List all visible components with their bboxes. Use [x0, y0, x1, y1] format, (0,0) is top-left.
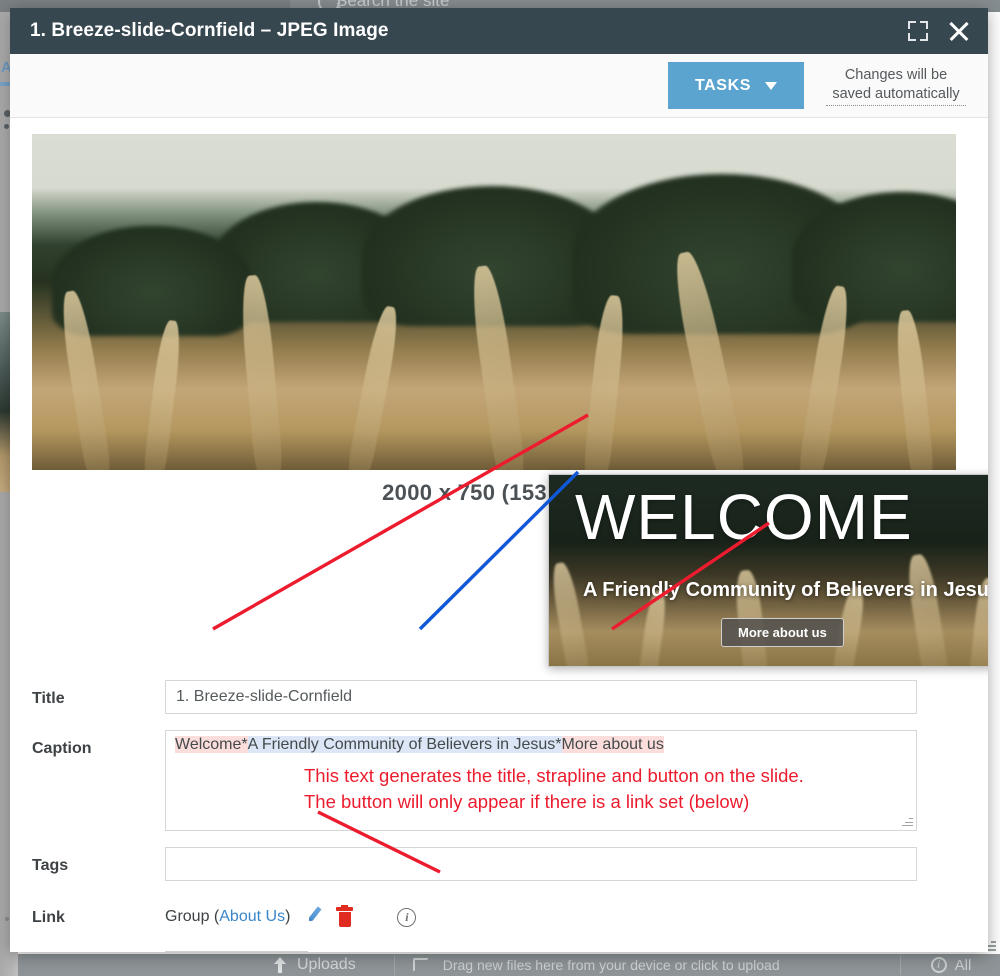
link-target-select[interactable]: Same Window	[165, 951, 308, 952]
caption-segment-strapline: A Friendly Community of Believers in Jes…	[247, 736, 562, 753]
link-target-name[interactable]: About Us	[219, 908, 285, 925]
slide-cta-button[interactable]: More about us	[721, 618, 844, 647]
metadata-form: Title Caption Welcome*A Friendly Communi…	[10, 666, 988, 952]
trash-icon[interactable]	[336, 904, 354, 927]
tags-label: Tags	[32, 857, 69, 874]
title-label: Title	[32, 690, 65, 707]
image-preview[interactable]	[32, 134, 956, 470]
upload-arrow-icon	[273, 957, 287, 973]
link-opens-label: Link opens in	[10, 949, 165, 952]
image-editor-modal: 1. Breeze-slide-Cornfield – JPEG Image T…	[10, 8, 988, 952]
modal-title: 1. Breeze-slide-Cornfield – JPEG Image	[30, 20, 389, 41]
caption-segment-title: Welcome*	[175, 736, 248, 753]
uploads-bar[interactable]: Uploads Drag new files here from your de…	[18, 954, 1000, 976]
drag-files-icon	[412, 958, 429, 972]
drag-files-text: Drag new files here from your device or …	[442, 957, 780, 973]
caption-annotation-line-1: This text generates the title, strapline…	[304, 765, 804, 786]
form-row-caption: Caption Welcome*A Friendly Community of …	[10, 730, 988, 831]
form-row-tags: Tags	[10, 847, 988, 881]
divider	[393, 955, 395, 975]
caption-annotation-line-2: The button will only appear if there is …	[304, 791, 750, 812]
modal-header: 1. Breeze-slide-Cornfield – JPEG Image	[10, 8, 988, 54]
divider	[899, 955, 901, 975]
link-opens-value-area: Same Window i Edit the link to the group…	[165, 949, 750, 952]
autosave-note: Changes will be saved automatically	[826, 66, 966, 106]
caption-annotation: This text generates the title, strapline…	[304, 763, 804, 815]
uploads-label: Uploads	[297, 956, 356, 973]
left-rail-dot	[5, 917, 9, 921]
pencil-icon[interactable]	[304, 907, 324, 927]
tasks-button[interactable]: TASKS	[668, 62, 804, 109]
modal-toolbar: TASKS Changes will be saved automaticall…	[10, 54, 988, 118]
header-icon-group	[908, 8, 972, 54]
link-prefix: Group (	[165, 908, 220, 925]
chevron-down-icon	[765, 81, 778, 90]
left-rail-dot	[4, 124, 9, 129]
tasks-button-label: TASKS	[694, 76, 752, 94]
form-row-link: Link Group (About Us) i	[10, 899, 988, 927]
info-icon[interactable]: i	[930, 957, 947, 973]
form-row-title: Title	[10, 680, 988, 714]
link-suffix: )	[285, 908, 291, 925]
slide-title: WELCOME	[575, 481, 913, 553]
fullscreen-icon[interactable]	[908, 21, 928, 41]
title-input[interactable]	[165, 680, 917, 714]
caption-segment-button: More about us	[561, 736, 664, 753]
caption-text: Welcome*A Friendly Community of Believer…	[175, 736, 664, 754]
caption-label: Caption	[32, 740, 92, 757]
all-filter-label[interactable]: All	[955, 957, 972, 974]
form-row-link-opens-in: Link opens in Same Window i Edit the lin…	[10, 949, 988, 952]
link-label: Link	[32, 909, 65, 926]
caption-textarea[interactable]: Welcome*A Friendly Community of Believer…	[165, 730, 917, 831]
autosave-line-1: Changes will be	[844, 66, 948, 83]
slide-strapline: A Friendly Community of Believers in Jes…	[583, 579, 988, 601]
textarea-resize-handle[interactable]	[901, 815, 913, 827]
close-icon[interactable]	[946, 18, 972, 44]
info-icon[interactable]: i	[397, 907, 417, 927]
autosave-line-2: saved automatically	[832, 85, 960, 102]
link-group-text: Group (About Us)	[165, 908, 290, 926]
tags-input[interactable]	[165, 847, 917, 881]
link-value-area: Group (About Us) i	[165, 899, 417, 927]
slide-preview-overlay: WELCOME A Friendly Community of Believer…	[548, 474, 988, 667]
